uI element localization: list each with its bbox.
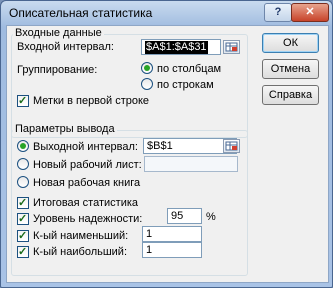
checkmark-icon: ✓: [18, 230, 28, 242]
checkmark-icon: ✓: [18, 197, 28, 209]
output-range-label[interactable]: Выходной интервал:: [33, 141, 138, 153]
by-rows-label[interactable]: по строкам: [157, 79, 214, 91]
by-rows-radio[interactable]: [141, 78, 153, 90]
output-range-ref-button[interactable]: [223, 139, 240, 153]
new-sheet-label[interactable]: Новый рабочий лист:: [33, 159, 142, 171]
output-range-value: $B$1: [147, 140, 173, 152]
grouping-label: Группирование:: [17, 64, 98, 76]
kth-largest-value: 1: [146, 244, 153, 256]
confidence-checkbox[interactable]: ✓: [17, 213, 29, 225]
kth-largest-checkbox[interactable]: ✓: [17, 246, 29, 258]
title-bar[interactable]: Описательная статистика ? ✕: [1, 1, 332, 25]
summary-stats-checkbox[interactable]: ✓: [17, 197, 29, 209]
summary-stats-label[interactable]: Итоговая статистика: [33, 197, 138, 209]
output-range-radio[interactable]: [17, 140, 29, 152]
percent-sign: %: [206, 211, 216, 223]
checkmark-icon: ✓: [18, 213, 28, 225]
input-range-field[interactable]: $A$1:$A$31: [141, 39, 221, 55]
new-workbook-label[interactable]: Новая рабочая книга: [33, 177, 140, 189]
checkmark-icon: ✓: [18, 246, 28, 258]
new-workbook-radio[interactable]: [17, 176, 29, 188]
labels-first-row-label[interactable]: Метки в первой строке: [33, 95, 149, 107]
radio-selected-dot: [144, 65, 150, 71]
help-title-button[interactable]: ?: [264, 3, 292, 22]
dialog-title: Описательная статистика: [9, 6, 153, 20]
input-range-ref-button[interactable]: [223, 40, 240, 54]
by-columns-radio[interactable]: [141, 62, 153, 74]
dialog-client: Входные данные Входной интервал: $A$1:$A…: [6, 25, 329, 283]
checkmark-icon: ✓: [18, 95, 28, 107]
labels-first-row-checkbox[interactable]: ✓: [17, 95, 29, 107]
dialog-window: Описательная статистика ? ✕ Входные данн…: [0, 0, 333, 288]
help-button[interactable]: Справка: [262, 85, 319, 105]
input-group-title: Входные данные: [13, 27, 104, 39]
kth-largest-label[interactable]: К-ый наибольший:: [33, 246, 127, 258]
kth-smallest-value: 1: [146, 228, 153, 240]
kth-largest-field[interactable]: 1: [142, 242, 202, 258]
range-select-icon: [225, 141, 238, 151]
by-columns-label[interactable]: по столбцам: [157, 63, 221, 75]
radio-selected-dot: [20, 143, 26, 149]
input-range-label: Входной интервал:: [17, 41, 114, 53]
range-select-icon: [225, 42, 238, 52]
confidence-value: 95: [171, 210, 184, 222]
new-sheet-name-field[interactable]: [144, 156, 238, 172]
confidence-label[interactable]: Уровень надежности:: [33, 213, 142, 225]
kth-smallest-checkbox[interactable]: ✓: [17, 230, 29, 242]
close-button[interactable]: ✕: [291, 3, 329, 22]
kth-smallest-field[interactable]: 1: [142, 226, 202, 242]
new-sheet-radio[interactable]: [17, 158, 29, 170]
kth-smallest-label[interactable]: К-ый наименьший:: [33, 230, 128, 242]
confidence-field[interactable]: 95: [167, 208, 202, 224]
input-range-value: $A$1:$A$31: [145, 41, 208, 54]
ok-button[interactable]: ОК: [262, 33, 319, 53]
output-group-title: Параметры вывода: [13, 123, 117, 135]
cancel-button[interactable]: Отмена: [262, 59, 319, 79]
